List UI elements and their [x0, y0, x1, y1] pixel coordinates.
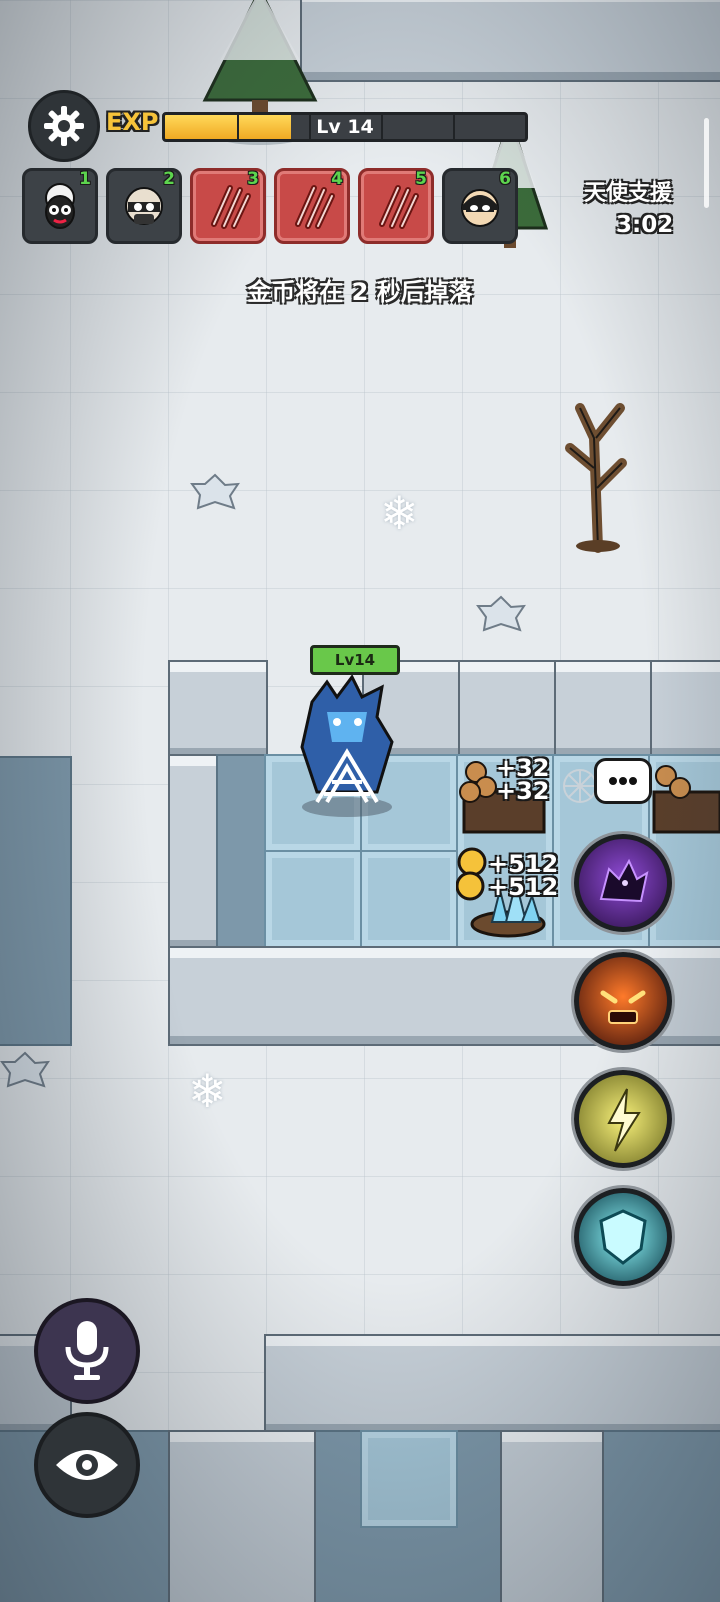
ice-wall: [650, 660, 720, 758]
settings-button[interactable]: [28, 90, 100, 162]
werewolf-hero: [300, 674, 394, 817]
skill-lightning[interactable]: [574, 1070, 672, 1168]
eye-icon: [56, 1450, 118, 1480]
slot-number: 4: [331, 169, 343, 189]
fire-demon-icon: [600, 990, 646, 1024]
exp-bar: Lv 14: [162, 112, 528, 142]
slot-number: 2: [163, 169, 175, 189]
ice-wall-bottom: [500, 1430, 604, 1602]
ice-wall: [168, 660, 268, 758]
skill-slot-2[interactable]: 2: [106, 168, 182, 244]
voice-button[interactable]: [34, 1298, 140, 1404]
skill-dark-wolf[interactable]: [574, 834, 672, 932]
ice-wall: [168, 754, 220, 950]
gold-gain-text: +512: [488, 873, 559, 901]
lightning-icon: [607, 1088, 641, 1152]
support-timer: 3:02: [616, 212, 674, 238]
slot-number: 1: [79, 169, 91, 189]
gear-icon: [44, 106, 84, 146]
chat-bubble-icon: [609, 777, 637, 785]
ice-wall-bottom: [168, 1430, 316, 1602]
gold-drop-notice: 金币将在 2 秒后掉落: [247, 278, 473, 306]
rock-flower-decor: [0, 1051, 50, 1088]
slot-number: 3: [247, 169, 259, 189]
slot-number: 6: [499, 169, 511, 189]
ice-shield-icon: [599, 1209, 647, 1265]
ice-wall-bottom: [264, 1334, 720, 1434]
rock-flower-decor: [190, 473, 240, 510]
microphone-icon: [65, 1321, 109, 1380]
slot-number: 5: [415, 169, 427, 189]
view-button[interactable]: [34, 1412, 140, 1518]
player-level-text: Lv 14: [316, 116, 374, 138]
skill-slot-4[interactable]: 4: [274, 168, 350, 244]
scroll-indicator: [704, 118, 709, 208]
ice-floor-tile: [264, 850, 362, 948]
rock-flower-decor: [476, 595, 526, 632]
skill-slot-3[interactable]: 3: [190, 168, 266, 244]
chat-button[interactable]: [594, 758, 652, 804]
ice-floor-tile: [360, 1430, 458, 1528]
wood-gain-text: +32: [496, 754, 550, 782]
bare-tree: [565, 403, 627, 553]
ice-floor-tile: [360, 850, 458, 948]
lumber-pile: [652, 765, 720, 834]
snowflake-decor: ❄: [380, 486, 419, 540]
skill-slot-6[interactable]: 6: [442, 168, 518, 244]
exp-label: EXP: [106, 108, 159, 136]
wood-gain-text: +32: [496, 777, 550, 805]
hero-level-tag: Lv14: [310, 645, 400, 675]
ice-wall: [458, 660, 558, 758]
ice-wall-top: [300, 0, 720, 82]
ice-wall: [554, 660, 654, 758]
snowflake-decor: ❄: [188, 1064, 227, 1118]
skill-slot-1[interactable]: 1: [22, 168, 98, 244]
skill-ice-shield[interactable]: [574, 1188, 672, 1286]
gold-gain-text: +512: [488, 850, 559, 878]
support-title: 天使支援: [584, 181, 673, 206]
skill-fire-demon[interactable]: [574, 952, 672, 1050]
skill-slot-5[interactable]: 5: [358, 168, 434, 244]
dark-floor: [0, 756, 72, 1046]
dark-wolf-icon: [599, 858, 649, 903]
dark-floor: [216, 754, 268, 950]
